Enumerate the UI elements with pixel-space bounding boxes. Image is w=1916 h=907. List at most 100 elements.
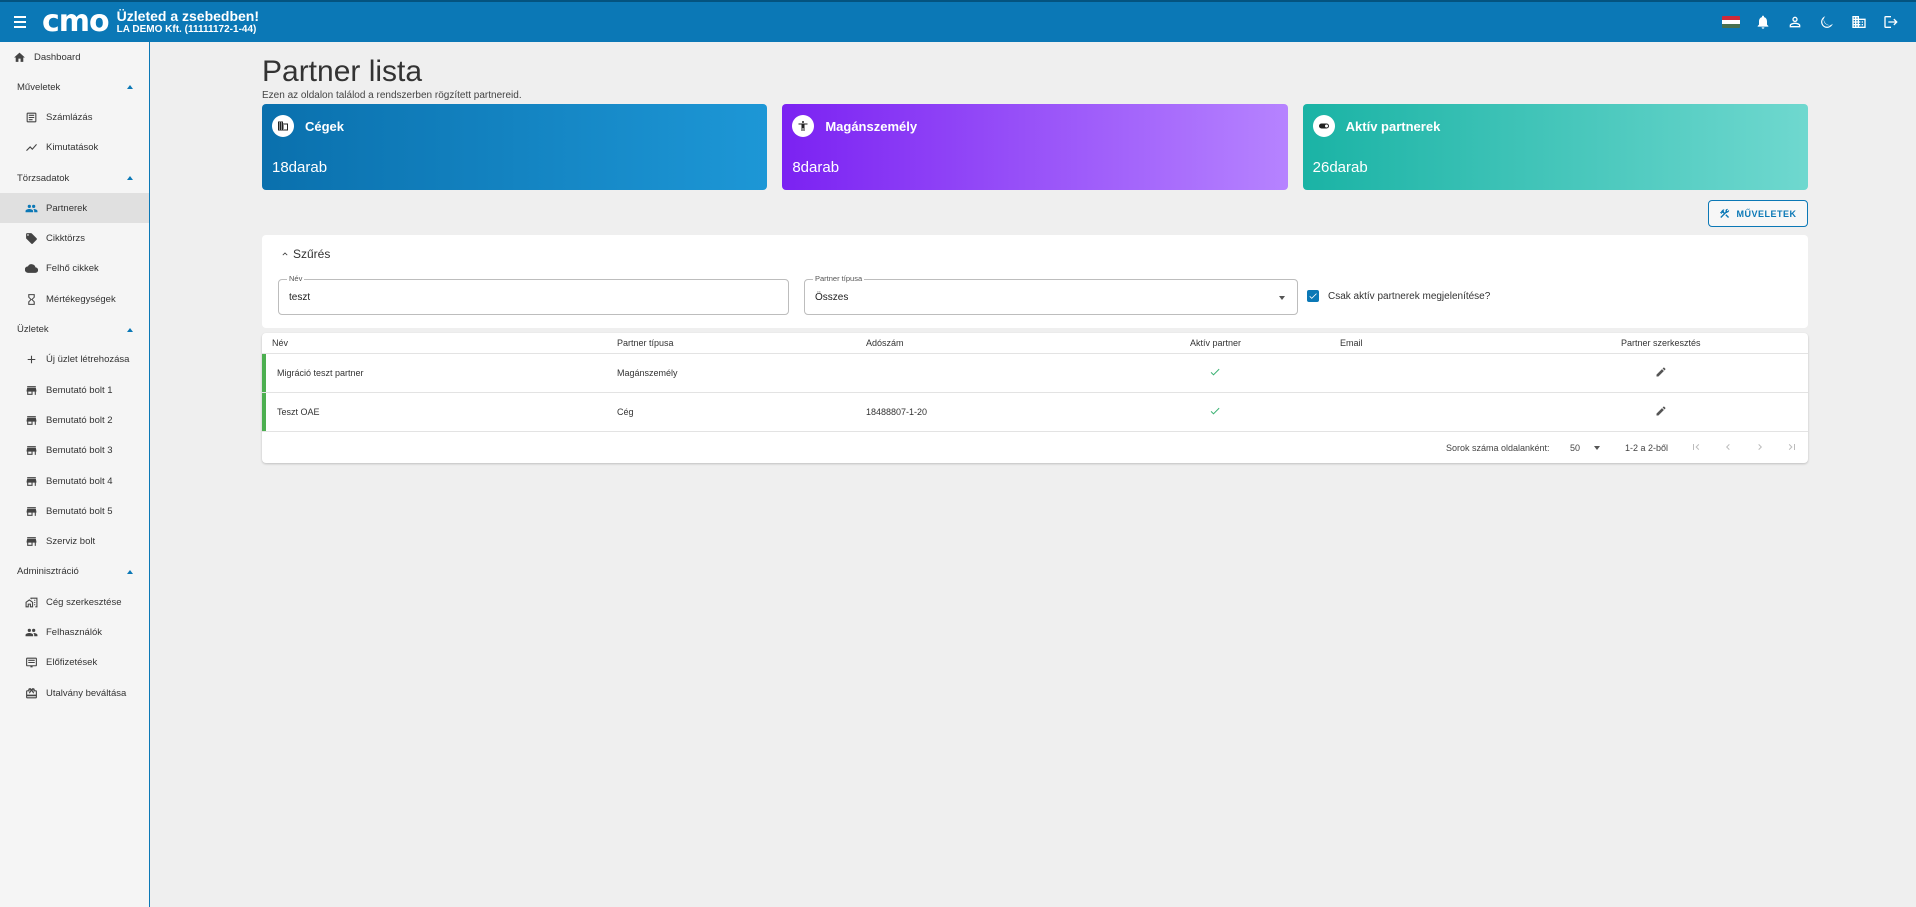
brand: Üzleted a zsebedben! LA DEMO Kft. (11111…	[117, 8, 259, 36]
sidebar-item-label: Kimutatások	[46, 142, 99, 154]
sidebar-item-kimutatasok[interactable]: Kimutatások	[0, 133, 149, 163]
edit-icon[interactable]	[1655, 366, 1667, 380]
sidebar-section-adminisztracio[interactable]: Adminisztráció	[0, 557, 149, 587]
logout-icon[interactable]	[1882, 13, 1900, 31]
last-page-icon[interactable]	[1786, 441, 1798, 455]
menu-icon[interactable]	[14, 16, 36, 28]
page-subtitle: Ezen az oldalon találod a rendszerben rö…	[262, 90, 522, 101]
sidebar-item-bolt-5[interactable]: Bemutató bolt 5	[0, 496, 149, 526]
column-header-partner-tipusa[interactable]: Partner típusa	[617, 338, 674, 348]
sidebar-item-bolt-3[interactable]: Bemutató bolt 3	[0, 436, 149, 466]
sidebar-item-felhasznalok[interactable]: Felhasználók	[0, 617, 149, 647]
app-logo[interactable]: cmo	[42, 7, 110, 37]
sidebar-item-label: Új üzlet létrehozása	[46, 354, 130, 366]
sidebar-item-partnerek[interactable]: Partnerek	[0, 193, 149, 224]
partner-type-value: Összes	[815, 292, 849, 303]
cloud-icon	[24, 262, 38, 276]
rows-per-page-select[interactable]: 50	[1570, 443, 1601, 453]
cell-name: Teszt OAE	[277, 407, 320, 417]
hungary-flag-icon[interactable]	[1722, 16, 1740, 28]
sidebar-item-ceg-szerkesztese[interactable]: Cég szerkesztése	[0, 587, 149, 617]
name-field[interactable]: Név teszt	[278, 274, 789, 315]
card-value: 26darab	[1312, 159, 1368, 176]
sidebar-section-muveletek[interactable]: Műveletek	[0, 72, 149, 102]
invoice-icon	[24, 110, 38, 124]
next-page-icon[interactable]	[1754, 441, 1766, 455]
sidebar-item-szerviz-bolt[interactable]: Szerviz bolt	[0, 526, 149, 556]
column-header-adoszam[interactable]: Adószám	[866, 338, 904, 348]
sidebar-item-mertekegysegek[interactable]: Mértékegységek	[0, 284, 149, 314]
sidebar-section-label: Üzletek	[17, 324, 49, 336]
card-title: Magánszemély	[825, 118, 918, 134]
sidebar-item-bolt-4[interactable]: Bemutató bolt 4	[0, 466, 149, 496]
table-row[interactable]: Migráció teszt partner Magánszemély	[262, 354, 1808, 393]
card-cegek[interactable]: Cégek 18darab	[262, 104, 768, 190]
first-page-icon[interactable]	[1690, 441, 1702, 455]
sidebar-item-label: Előfizetések	[46, 657, 98, 669]
people-icon	[24, 625, 38, 639]
sidebar-section-label: Adminisztráció	[17, 566, 79, 578]
sidebar-item-uj-uzlet[interactable]: Új üzlet létrehozása	[0, 345, 149, 375]
home-icon	[12, 50, 26, 64]
user-icon[interactable]	[1786, 13, 1804, 31]
active-only-label: Csak aktív partnerek megjelenítése?	[1328, 290, 1491, 302]
partner-table: Név Partner típusa Adószám Aktív partner…	[262, 333, 1808, 463]
active-indicator	[262, 393, 266, 431]
sidebar-item-label: Bemutató bolt 5	[46, 505, 113, 517]
bell-icon[interactable]	[1754, 13, 1772, 31]
sidebar-section-uzletek[interactable]: Üzletek	[0, 314, 149, 344]
store-icon	[24, 474, 38, 488]
chevron-up-icon	[127, 176, 133, 181]
people-icon	[24, 201, 38, 215]
sidebar-item-label: Bemutató bolt 2	[46, 414, 113, 426]
app-slogan: Üzleted a zsebedben!	[116, 8, 260, 25]
card-maganszemely[interactable]: Magánszemély 8darab	[782, 104, 1288, 190]
prev-page-icon[interactable]	[1722, 441, 1734, 455]
sidebar-item-label: Bemutató bolt 1	[46, 384, 113, 396]
checkbox-checked-icon[interactable]	[1307, 290, 1319, 302]
building-icon[interactable]	[1850, 13, 1868, 31]
name-field-value: teszt	[289, 292, 311, 303]
store-icon	[24, 504, 38, 518]
card-aktiv-partnerek[interactable]: Aktív partnerek 26darab	[1302, 104, 1808, 190]
sidebar-item-label: Felhő cikkek	[46, 263, 99, 275]
company-name: LA DEMO Kft. (11111172-1-44)	[116, 24, 257, 36]
top-bar: cmo Üzleted a zsebedben! LA DEMO Kft. (1…	[0, 0, 1916, 42]
active-only-checkbox[interactable]: Csak aktív partnerek megjelenítése?	[1307, 290, 1490, 302]
rows-per-page-label: Sorok száma oldalanként:	[1446, 442, 1550, 453]
company-icon	[272, 115, 294, 137]
sidebar-item-label: Cikktörzs	[46, 233, 86, 245]
column-header-email[interactable]: Email	[1340, 338, 1363, 348]
partner-type-select[interactable]: Partner típusa Összes	[804, 274, 1298, 315]
sidebar-item-bolt-2[interactable]: Bemutató bolt 2	[0, 405, 149, 435]
filter-panel: Szűrés Név teszt Partner típusa Összes C…	[262, 235, 1808, 328]
pagination-range: 1-2 a 2-ből	[1625, 442, 1669, 453]
table-pagination: Sorok száma oldalanként: 50 1-2 a 2-ből	[262, 432, 1808, 463]
moon-icon[interactable]	[1818, 13, 1836, 31]
check-icon	[1209, 366, 1221, 380]
sidebar-item-bolt-1[interactable]: Bemutató bolt 1	[0, 375, 149, 405]
filter-toggle[interactable]: Szűrés	[280, 247, 330, 261]
card-value: 18darab	[272, 159, 328, 176]
sidebar-item-label: Szerviz bolt	[46, 536, 96, 548]
sidebar-item-label: Felhasználók	[46, 626, 102, 638]
sidebar-section-torzsadatok[interactable]: Törzsadatok	[0, 163, 149, 193]
actions-button[interactable]: MŰVELETEK	[1708, 200, 1808, 227]
chevron-up-icon	[127, 327, 133, 332]
sidebar-item-dashboard[interactable]: Dashboard	[0, 42, 149, 72]
table-row[interactable]: Teszt OAE Cég 18488807-1-20	[262, 393, 1808, 432]
edit-icon[interactable]	[1655, 405, 1667, 419]
sidebar-item-elofizetesek[interactable]: Előfizetések	[0, 648, 149, 678]
sidebar-item-felho-cikkek[interactable]: Felhő cikkek	[0, 254, 149, 284]
chart-line-icon	[24, 141, 38, 155]
cell-tax: 18488807-1-20	[866, 407, 928, 417]
sidebar-item-label: Cég szerkesztése	[46, 596, 122, 608]
sidebar-item-szamlazas[interactable]: Számlázás	[0, 102, 149, 132]
sidebar-item-label: Számlázás	[46, 111, 93, 123]
tools-icon	[1720, 208, 1730, 218]
column-header-aktiv-partner[interactable]: Aktív partner	[1190, 338, 1241, 348]
sidebar-item-utalvany[interactable]: Utalvány beváltása	[0, 678, 149, 708]
column-header-nev[interactable]: Név	[272, 338, 288, 348]
store-icon	[24, 444, 38, 458]
sidebar-item-cikktorzs[interactable]: Cikktörzs	[0, 223, 149, 253]
